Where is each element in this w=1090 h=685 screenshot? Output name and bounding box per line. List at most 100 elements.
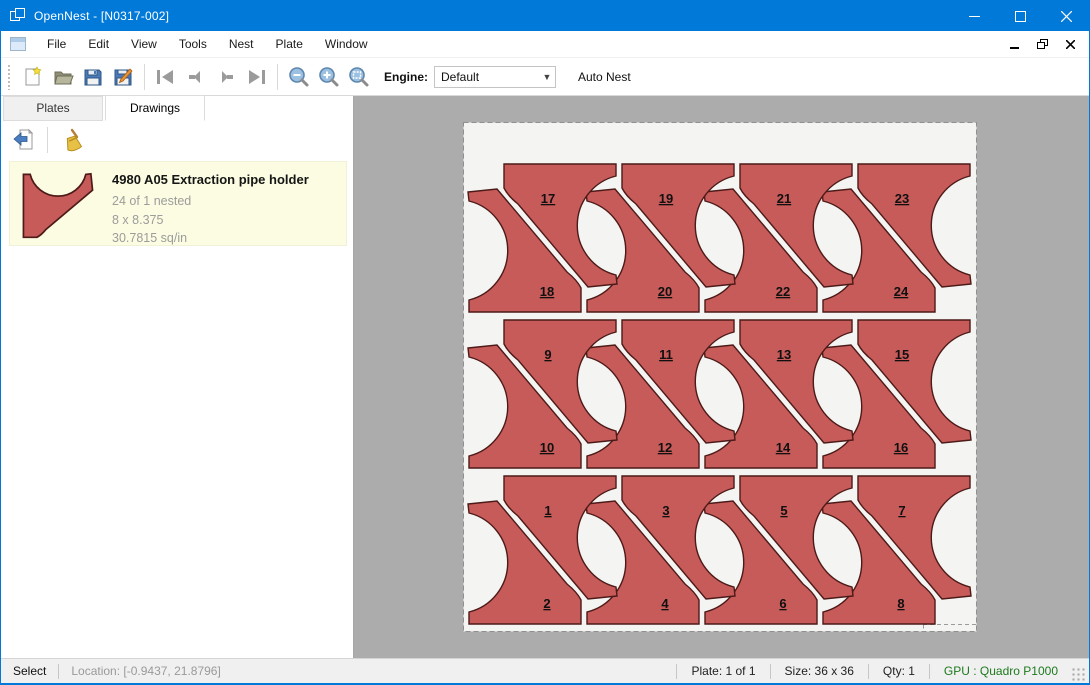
part-number-label: 19 xyxy=(659,191,673,206)
part-number-label: 20 xyxy=(658,284,672,299)
minimize-button[interactable] xyxy=(951,1,997,31)
menu-item-view[interactable]: View xyxy=(120,31,168,58)
mdi-restore-icon xyxy=(1037,39,1048,50)
status-gpu: GPU : Quadro P1000 xyxy=(930,664,1072,678)
auto-nest-button[interactable]: Auto Nest xyxy=(570,66,639,88)
close-icon xyxy=(1061,11,1072,22)
import-drawing-icon xyxy=(12,128,36,152)
new-file-button[interactable] xyxy=(18,62,48,92)
import-drawing-button[interactable] xyxy=(9,125,39,155)
menu-item-tools[interactable]: Tools xyxy=(168,31,218,58)
open-folder-button[interactable] xyxy=(48,62,78,92)
application-window: OpenNest - [N0317-002] FileEditViewTools… xyxy=(0,0,1090,685)
chevron-down-icon[interactable]: ▼ xyxy=(539,72,555,82)
mdi-window-controls xyxy=(1007,38,1077,50)
tab-drawings[interactable]: Drawings xyxy=(105,95,205,121)
mdi-minimize-button[interactable] xyxy=(1007,38,1021,50)
part-number-label: 8 xyxy=(897,596,904,611)
zoom-in-button[interactable] xyxy=(314,62,344,92)
status-bar: Select Location: [-0.9437, 21.8796] Plat… xyxy=(1,658,1089,683)
drawing-title: 4980 A05 Extraction pipe holder xyxy=(112,172,309,187)
go-last-button[interactable] xyxy=(241,62,271,92)
go-previous-button[interactable] xyxy=(181,62,211,92)
drawing-list-item-selected[interactable]: 4980 A05 Extraction pipe holder 24 of 1 … xyxy=(9,161,347,246)
part-number-label: 12 xyxy=(658,440,672,455)
part-number-label: 6 xyxy=(779,596,786,611)
part-number-label: 21 xyxy=(777,191,791,206)
nest-canvas[interactable]: 182022241719212310121416911131524681357 xyxy=(354,96,1089,658)
save-button[interactable] xyxy=(78,62,108,92)
part-number-label: 7 xyxy=(898,503,905,518)
app-icon xyxy=(10,8,26,24)
part-number-label: 13 xyxy=(777,347,791,362)
menu-item-file[interactable]: File xyxy=(36,31,77,58)
menu-item-plate[interactable]: Plate xyxy=(265,31,314,58)
zoom-out-icon xyxy=(287,65,311,89)
maximize-icon xyxy=(1015,11,1026,22)
mdi-restore-button[interactable] xyxy=(1035,38,1049,50)
part-number-label: 23 xyxy=(895,191,909,206)
plate-view[interactable]: 182022241719212310121416911131524681357 xyxy=(354,96,1090,659)
part-number-label: 14 xyxy=(776,440,791,455)
open-folder-icon xyxy=(52,66,74,88)
part-number-label: 10 xyxy=(540,440,554,455)
left-panel: PlatesDrawings xyxy=(1,96,354,658)
main-toolbar: Engine: Default ▼ Auto Nest xyxy=(1,58,1089,96)
resize-grip[interactable] xyxy=(1072,668,1086,682)
toolbar-separator xyxy=(47,127,48,153)
new-file-icon xyxy=(22,66,44,88)
menu-bar: FileEditViewToolsNestPlateWindow xyxy=(1,31,1089,58)
status-mode: Select xyxy=(1,664,58,678)
engine-select[interactable]: Default ▼ xyxy=(434,66,556,88)
minimize-icon xyxy=(969,11,980,22)
part-number-label: 1 xyxy=(544,503,551,518)
part-thumbnail xyxy=(20,171,96,239)
status-location: Location: [-0.9437, 21.8796] xyxy=(59,664,232,678)
drawing-size: 8 x 8.375 xyxy=(112,211,309,230)
drawing-area: 30.7815 sq/in xyxy=(112,229,309,248)
window-title: OpenNest - [N0317-002] xyxy=(34,9,169,23)
toolbar-separator xyxy=(277,64,278,90)
part-number-label: 5 xyxy=(780,503,787,518)
part-number-label: 18 xyxy=(540,284,554,299)
clean-broom-button[interactable] xyxy=(56,125,86,155)
menu-item-edit[interactable]: Edit xyxy=(77,31,120,58)
part-number-label: 4 xyxy=(661,596,669,611)
part-number-label: 24 xyxy=(894,284,909,299)
part-number-label: 17 xyxy=(541,191,555,206)
maximize-button[interactable] xyxy=(997,1,1043,31)
go-first-button[interactable] xyxy=(151,62,181,92)
part-number-label: 15 xyxy=(895,347,909,362)
save-as-button[interactable] xyxy=(108,62,138,92)
zoom-out-button[interactable] xyxy=(284,62,314,92)
drawing-list: 4980 A05 Extraction pipe holder 24 of 1 … xyxy=(1,158,353,658)
document-icon xyxy=(10,37,26,51)
go-first-icon xyxy=(154,67,178,87)
menu-item-window[interactable]: Window xyxy=(314,31,379,58)
save-icon xyxy=(82,66,104,88)
menu-item-nest[interactable]: Nest xyxy=(218,31,265,58)
status-qty: Qty: 1 xyxy=(869,664,929,678)
drawing-nested-count: 24 of 1 nested xyxy=(112,192,309,211)
zoom-in-icon xyxy=(317,65,341,89)
title-bar[interactable]: OpenNest - [N0317-002] xyxy=(1,1,1089,31)
drawings-toolbar xyxy=(1,121,353,158)
part-number-label: 22 xyxy=(776,284,790,299)
toolbar-grip[interactable] xyxy=(7,64,12,90)
clean-broom-icon xyxy=(59,128,83,152)
mdi-close-icon xyxy=(1066,40,1075,49)
mdi-close-button[interactable] xyxy=(1063,38,1077,50)
zoom-fit-button[interactable] xyxy=(344,62,374,92)
toolbar-separator xyxy=(144,64,145,90)
tab-plates[interactable]: Plates xyxy=(3,96,103,121)
close-button[interactable] xyxy=(1043,1,1089,31)
go-previous-icon xyxy=(184,67,208,87)
go-next-icon xyxy=(214,67,238,87)
save-as-icon xyxy=(112,66,134,88)
go-last-icon xyxy=(244,67,268,87)
go-next-button[interactable] xyxy=(211,62,241,92)
part-number-label: 2 xyxy=(543,596,550,611)
mdi-minimize-icon xyxy=(1010,40,1019,49)
part-number-label: 9 xyxy=(544,347,551,362)
part-number-label: 11 xyxy=(659,347,673,362)
